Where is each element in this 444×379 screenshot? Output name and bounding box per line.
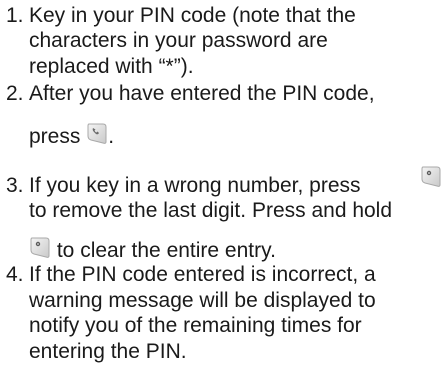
instruction-page: 1. Key in your PIN code (note that the ch… <box>0 0 444 379</box>
step-4-line-3: notify you of the remaining times for <box>29 314 362 337</box>
step-1-number: 1. <box>6 4 24 27</box>
step-4-line-4: entering the PIN. <box>29 340 187 363</box>
step-3-line-1: 3. If you key in a wrong number, press <box>0 174 361 198</box>
clear-key-icon <box>29 236 51 260</box>
step-3-text-3: to clear the entire entry. <box>56 239 276 262</box>
step-2-line-1: 2. After you have entered the PIN code, <box>0 82 375 106</box>
call-key-icon <box>86 122 108 146</box>
clear-key-icon <box>420 165 442 189</box>
step-4-text-1: If the PIN code entered is incorrect, a <box>29 263 376 286</box>
step-2-number: 2. <box>6 82 24 105</box>
step-1-text-1: Key in your PIN code (note that the <box>29 4 356 27</box>
step-3-line-2: to remove the last digit. Press and hold <box>29 199 393 222</box>
step-1-line-3: replaced with “*”). <box>29 55 194 78</box>
step-3-number: 3. <box>6 174 24 197</box>
step-4-number: 4. <box>6 263 24 286</box>
step-4-line-1: 4. If the PIN code entered is incorrect, … <box>0 263 376 287</box>
step-1-line-1: 1. Key in your PIN code (note that the <box>0 4 356 28</box>
step-2-text-1: After you have entered the PIN code, <box>29 82 375 105</box>
step-2-line-2: press . <box>0 122 114 149</box>
step-4-line-2: warning message will be displayed to <box>29 289 376 312</box>
step-3-text-1: If you key in a wrong number, press <box>29 174 361 197</box>
step-2-text-2: press <box>29 125 81 148</box>
step-2-text-3: . <box>108 125 115 148</box>
step-3-line-3: to clear the entire entry. <box>0 236 276 263</box>
step-1-line-2: characters in your password are <box>29 29 328 52</box>
